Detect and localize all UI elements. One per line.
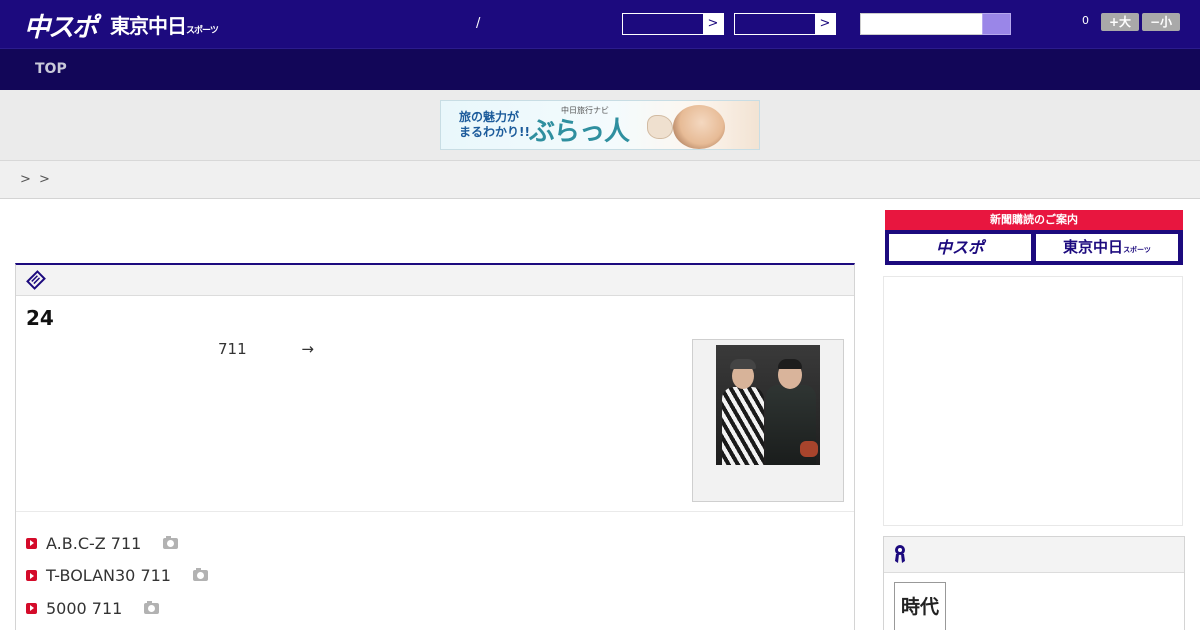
list-item[interactable]: T-BOLAN30 711 [26, 560, 208, 593]
banner-line-1: 旅の魅力が [459, 110, 520, 124]
newspaper-icon [26, 270, 46, 290]
subscribe-tokyo-text: 東京中日 [1063, 238, 1124, 256]
list-item[interactable]: A.B.C-Z 711 [26, 527, 208, 560]
camera-icon [163, 535, 179, 549]
article-photo[interactable] [716, 345, 820, 465]
breadcrumb[interactable]: > > [20, 172, 50, 187]
main-nav: TOP [0, 48, 1200, 90]
chevron-right-icon[interactable]: > [815, 14, 835, 34]
tokyo-chunichi-logo-text: 東京中日 [110, 14, 187, 38]
subscription-title: 新聞購読のご案内 [885, 210, 1183, 230]
list-item[interactable]: 711 [26, 625, 208, 630]
article-divider [16, 511, 854, 512]
ranking-thumbnail[interactable]: 時代 [894, 582, 946, 630]
site-header: 中スポ 東京中日スポーツ / > > 0 +大 −小 [0, 0, 1200, 48]
related-article-link[interactable]: T-BOLAN30 711 [46, 566, 171, 585]
shell-image [647, 115, 673, 139]
bullet-arrow-icon [26, 570, 37, 582]
tokyo-chunichi-logo-sub: スポーツ [186, 26, 219, 36]
section-select-2[interactable]: > [734, 13, 836, 35]
camera-icon [144, 600, 160, 614]
article-header [16, 265, 854, 296]
chevron-right-icon[interactable]: > [703, 14, 723, 34]
search-input[interactable] [860, 13, 984, 35]
font-smaller-button[interactable]: −小 [1142, 13, 1180, 31]
award-ribbon-icon [895, 545, 905, 563]
ranking-panel-header [884, 537, 1184, 573]
ranking-panel: 時代 [883, 536, 1185, 630]
font-size-indicator: 0 [1082, 14, 1089, 27]
travel-ad-banner[interactable]: 旅の魅力が まるわかり!! 中日旅行ナビ ぶらっ人 [440, 100, 760, 150]
subscription-box: 新聞購読のご案内 中スポ 東京中日スポーツ [885, 210, 1183, 265]
article-photo-frame[interactable] [692, 339, 844, 502]
section-select-1[interactable]: > [622, 13, 724, 35]
subscribe-tokyo-sub: スポーツ [1123, 246, 1151, 254]
banner-line-2: まるわかり!! [459, 125, 530, 139]
subscribe-tokyo-chunichi-button[interactable]: 東京中日スポーツ [1036, 234, 1178, 261]
banner-tagline: 旅の魅力が まるわかり!! [459, 110, 530, 140]
model-photo [673, 105, 725, 149]
ad-slot[interactable] [883, 276, 1183, 526]
chuspo-logo[interactable]: 中スポ [24, 7, 98, 44]
camera-icon [192, 568, 208, 582]
subscribe-chuspo-button[interactable]: 中スポ [889, 234, 1031, 261]
banner-area: 旅の魅力が まるわかり!! 中日旅行ナビ ぶらっ人 [0, 90, 1200, 161]
banner-logo: ぶらっ人 [529, 117, 630, 147]
article-lead: 711 → [218, 340, 314, 358]
search-button[interactable] [982, 13, 1011, 35]
related-article-link[interactable]: 5000 711 [46, 599, 122, 618]
bullet-arrow-icon [26, 537, 37, 549]
nav-item-top[interactable]: TOP [35, 61, 67, 77]
related-articles-list: A.B.C-Z 711 T-BOLAN30 711 5000 711 711 [26, 527, 208, 630]
person-left-cap [730, 359, 756, 369]
font-larger-button[interactable]: +大 [1101, 13, 1139, 31]
person-left-body [722, 387, 764, 465]
article-title: 24 [26, 306, 54, 330]
related-article-link[interactable]: A.B.C-Z 711 [46, 534, 141, 553]
baseball-glove [800, 441, 818, 457]
person-right-hair [778, 359, 802, 369]
article-panel: 24 711 → A.B.C-Z 711 T-BOLAN30 711 5000 … [15, 263, 855, 630]
list-item[interactable]: 5000 711 [26, 592, 208, 625]
tokyo-chunichi-logo[interactable]: 東京中日スポーツ [110, 10, 219, 39]
breadcrumb-bar: > > [0, 161, 1200, 199]
bullet-arrow-icon [26, 602, 37, 614]
header-separator: / [476, 16, 481, 31]
